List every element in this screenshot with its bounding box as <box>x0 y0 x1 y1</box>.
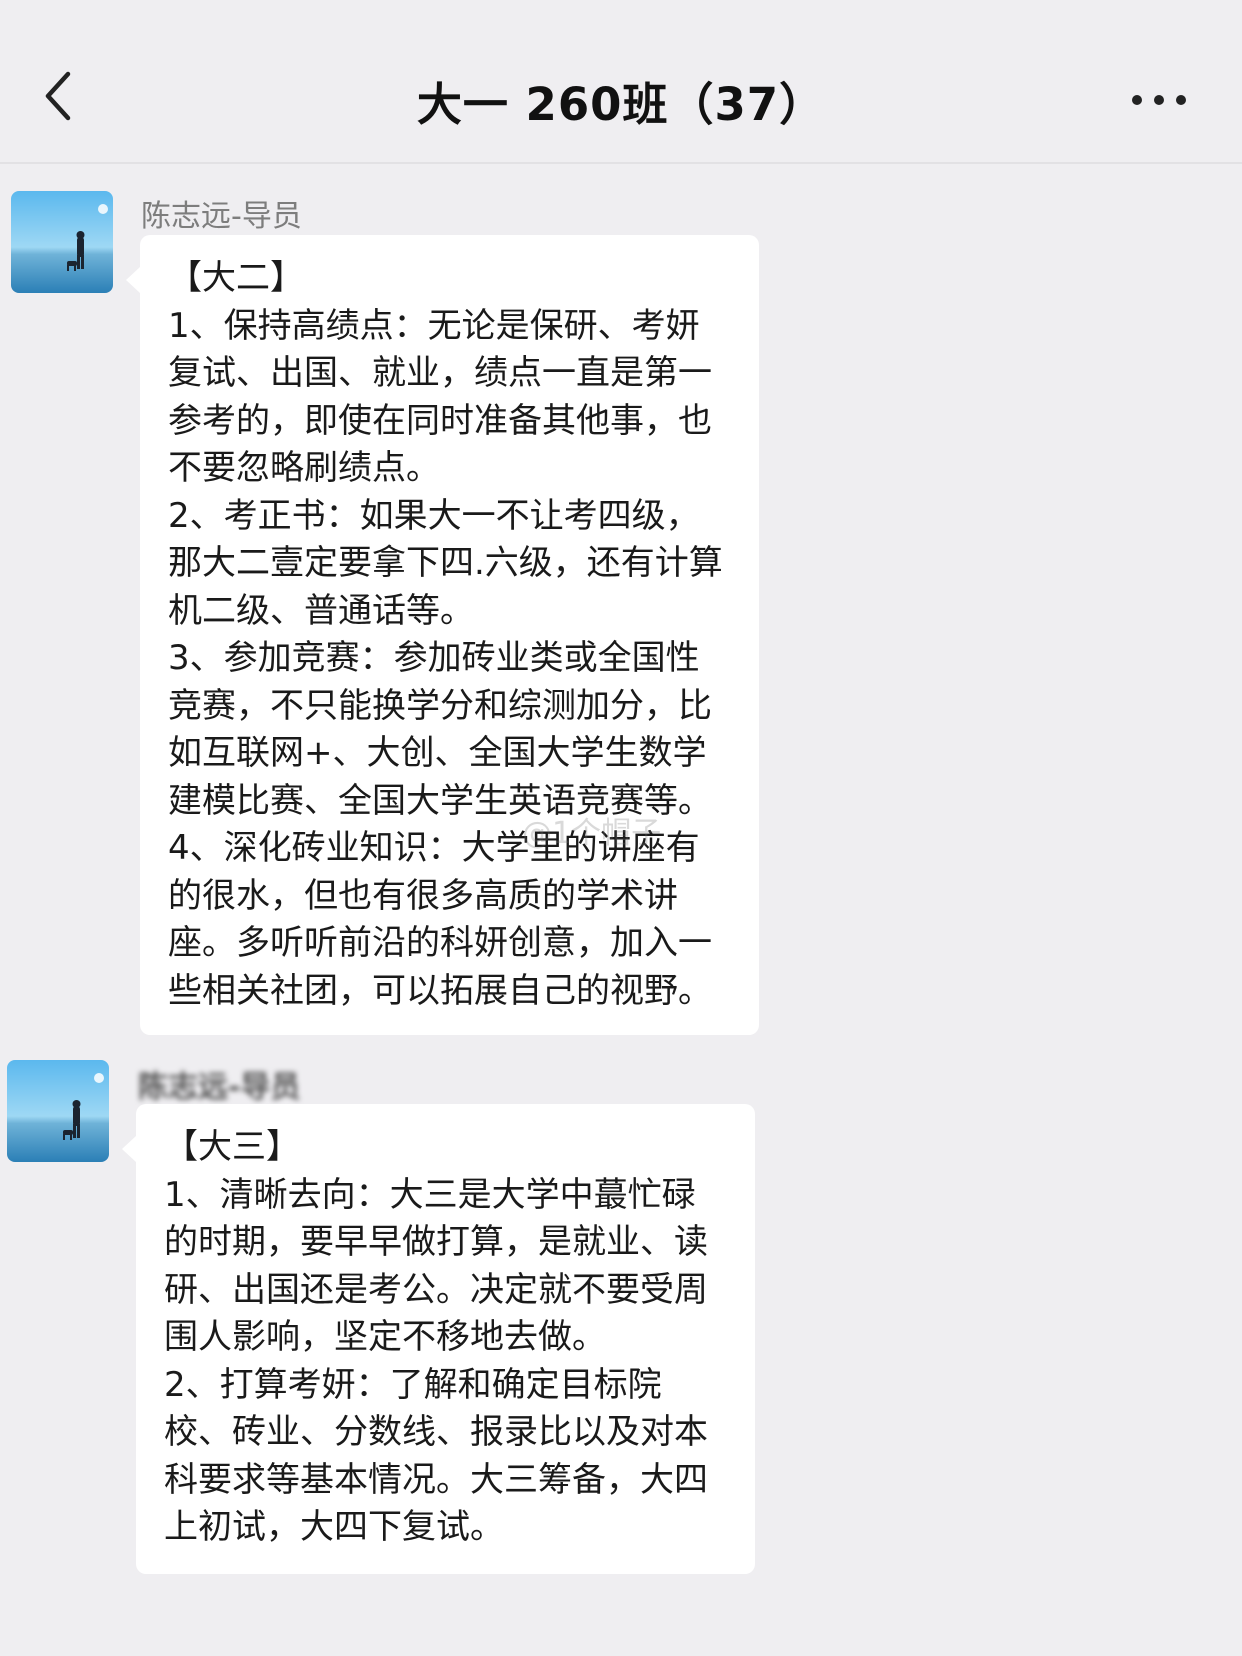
nav-bar: 大一 260班（37） <box>0 0 1242 164</box>
chat-title: 大一 260班（37） <box>416 78 826 131</box>
avatar-image <box>7 1060 109 1162</box>
message-text: 【大二】 1、保持高绩点：无论是保研、考妍复试、出国、就业，绩点一直是第一参考的… <box>168 258 723 1011</box>
avatar[interactable] <box>7 1060 109 1162</box>
more-button[interactable] <box>1120 78 1210 122</box>
sender-name: 陈志远-导员 <box>141 199 302 234</box>
sender-name: 陈志远-导员 <box>138 1070 301 1105</box>
avatar[interactable] <box>11 191 113 293</box>
message-bubble[interactable]: 【大二】 1、保持高绩点：无论是保研、考妍复试、出国、就业，绩点一直是第一参考的… <box>126 235 759 1035</box>
message-bubble[interactable]: 【大三】 1、清晰去向：大三是大学中蕞忙碌的时期，要早早做打算，是就业、读研、出… <box>122 1104 755 1574</box>
ellipsis-icon <box>1132 95 1186 105</box>
avatar-image <box>11 191 113 293</box>
message-text: 【大三】 1、清晰去向：大三是大学中蕞忙碌的时期，要早早做打算，是就业、读研、出… <box>164 1127 708 1547</box>
